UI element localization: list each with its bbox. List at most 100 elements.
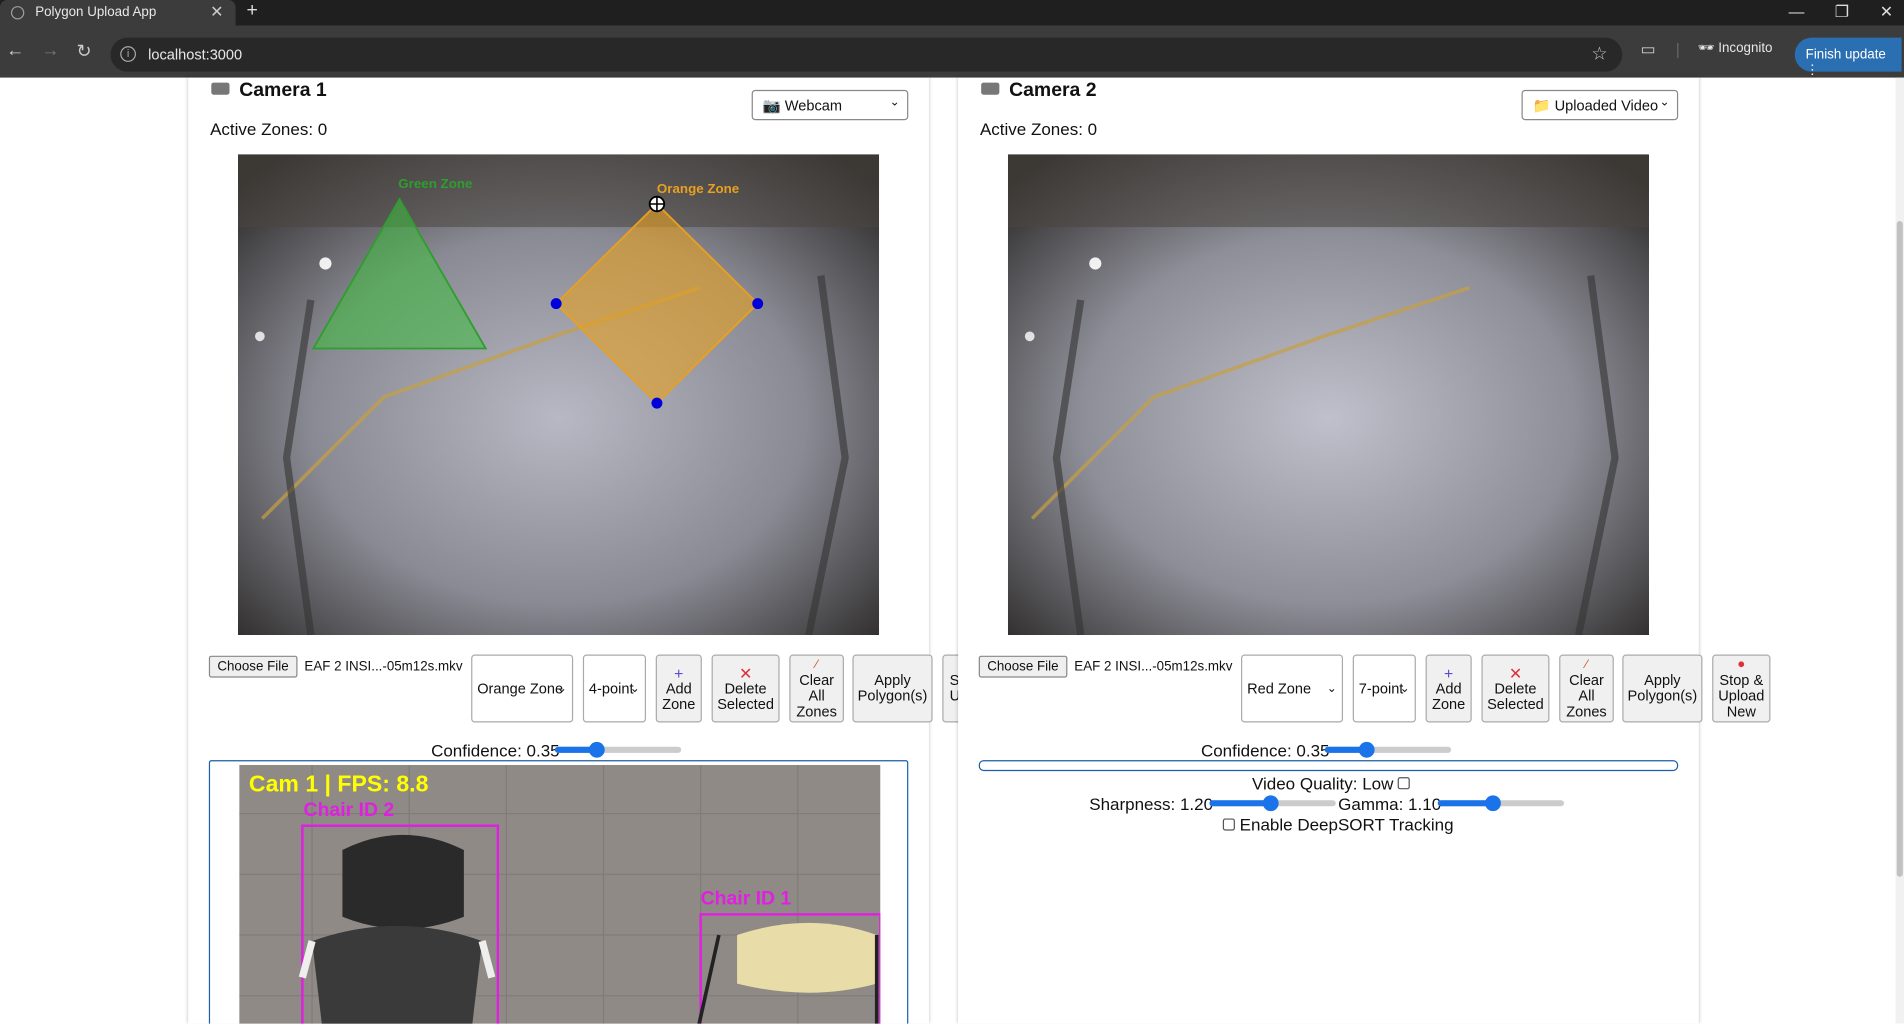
stop-upload-new-button[interactable]: ● Stop & Upload New <box>1712 654 1771 723</box>
camera-2-source-select[interactable]: 📁 Uploaded Video ⌄ <box>1521 89 1679 121</box>
camera-1-file-input[interactable]: Choose File EAF 2 INSI...-05m12s.mkv <box>208 655 463 678</box>
camera-2-source-value: 📁 Uploaded Video <box>1532 97 1659 115</box>
zone-select-value: Orange Zone <box>477 679 564 697</box>
chevron-down-icon: ⌄ <box>556 682 568 696</box>
slider-knob[interactable] <box>1358 741 1375 758</box>
apply-polygons-button[interactable]: Apply Polygon(s) <box>1622 654 1703 723</box>
zone-select[interactable]: Orange Zone ⌄ <box>471 654 574 723</box>
clear-label: Zones <box>1566 703 1607 721</box>
add-zone-button[interactable]: + Add Zone <box>1425 654 1472 723</box>
detection-label: Chair ID 1 <box>701 888 792 910</box>
clear-all-zones-button[interactable]: ⁄ Clear All Zones <box>1559 654 1614 723</box>
delete-selected-button[interactable]: ✕ Delete Selected <box>711 654 780 723</box>
camera-2-file-input[interactable]: Choose File EAF 2 INSI...-05m12s.mkv <box>978 655 1232 678</box>
site-info-icon[interactable]: i <box>120 46 137 62</box>
x-icon: ✕ <box>1508 663 1523 682</box>
minimize-icon[interactable]: — <box>1789 2 1805 20</box>
address-bar[interactable]: i localhost:3000 ☆ <box>110 37 1623 72</box>
stop-label: New <box>1726 703 1756 721</box>
camera-1-confidence-label: Confidence: 0.35 <box>431 740 560 761</box>
clear-label: All <box>1578 687 1595 705</box>
incognito-icon: 🕶 <box>1697 41 1719 56</box>
page-scrollbar[interactable] <box>1895 77 1904 1024</box>
point-count-select[interactable]: 4-point ⌄ <box>582 654 647 723</box>
incognito-label: Incognito <box>1718 41 1773 56</box>
zone-select[interactable]: Red Zone ⌄ <box>1241 654 1344 723</box>
point-select-value: 7-point <box>1358 679 1404 697</box>
tab-title: Polygon Upload App <box>35 4 157 20</box>
camera-1-source-select[interactable]: 📷 Webcam ⌄ <box>751 89 909 121</box>
video-quality-label: Video Quality: Low <box>1251 773 1394 793</box>
apply-label: Polygon(s) <box>857 687 928 705</box>
gamma-slider[interactable] <box>1437 795 1565 812</box>
vertex-handle[interactable] <box>651 397 663 409</box>
add-zone-button[interactable]: + Add Zone <box>655 654 702 723</box>
light-2 <box>255 331 265 342</box>
choose-file-button[interactable]: Choose File <box>208 655 298 678</box>
point-select-value: 4-point <box>588 679 634 697</box>
detection-preview-canvas: Cam 1 | FPS: 8.8 Chair ID 2 Chair ID 1 <box>239 765 881 1024</box>
back-icon[interactable]: ← <box>6 40 24 61</box>
file-name: EAF 2 INSI...-05m12s.mkv <box>304 659 463 674</box>
finish-update-label: Finish update <box>1805 47 1886 62</box>
factory-wall <box>1007 154 1650 228</box>
slider-knob[interactable] <box>1485 795 1501 812</box>
globe-icon <box>10 6 25 20</box>
menu-dots-icon[interactable]: ⋮ <box>1806 63 1819 78</box>
slider-knob[interactable] <box>588 741 605 758</box>
camera-1-source-value: 📷 Webcam <box>762 97 843 115</box>
video-quality-toggle[interactable]: Video Quality: Low <box>1251 773 1411 793</box>
add-label: Add <box>1435 679 1462 697</box>
point-count-select[interactable]: 7-point ⌄ <box>1352 654 1416 723</box>
slider-fill <box>1209 800 1271 807</box>
apply-label: Apply <box>874 671 911 689</box>
chevron-down-icon: ⌄ <box>889 95 900 110</box>
browser-tab[interactable]: Polygon Upload App ✕ <box>0 0 236 26</box>
toolbar-divider: | <box>1675 40 1680 59</box>
video-quality-checkbox[interactable] <box>1398 777 1411 790</box>
fps-overlay: Cam 1 | FPS: 8.8 <box>249 771 429 797</box>
vertex-handle[interactable] <box>752 298 764 310</box>
chevron-down-icon: ⌄ <box>1326 682 1337 696</box>
deepsort-toggle[interactable]: Enable DeepSORT Tracking <box>1222 815 1454 834</box>
camera-1-video[interactable]: Green Zone Orange Zone <box>238 154 880 636</box>
add-label: Zone <box>662 695 696 713</box>
reload-icon[interactable]: ↻ <box>77 40 92 62</box>
plus-icon: + <box>1444 663 1454 682</box>
close-window-icon[interactable]: ✕ <box>1880 2 1893 21</box>
finish-update-button[interactable]: Finish update ⋮ <box>1794 37 1902 78</box>
scrollbar-thumb[interactable] <box>1896 221 1903 877</box>
camera-2-video[interactable] <box>1007 154 1650 636</box>
camera-1-video-canvas[interactable]: Green Zone Orange Zone <box>238 154 880 636</box>
detection-label: Chair ID 2 <box>304 799 395 821</box>
bookmark-star-icon[interactable]: ☆ <box>1591 43 1607 65</box>
apply-polygons-button[interactable]: Apply Polygon(s) <box>852 654 933 723</box>
clear-label: All <box>808 687 825 705</box>
slider-knob[interactable] <box>1262 795 1279 812</box>
green-zone-label: Green Zone <box>398 176 472 191</box>
record-dot-icon: ● <box>1737 656 1746 672</box>
camera-icon <box>981 82 1000 95</box>
camera-2-title: Camera 2 <box>981 80 1097 102</box>
clear-all-zones-button[interactable]: ⁄ Clear All Zones <box>789 654 844 723</box>
incognito-indicator[interactable]: 🕶 Incognito <box>1698 40 1773 56</box>
cast-icon[interactable]: ▭ <box>1641 40 1656 59</box>
delete-label: Selected <box>1487 695 1544 713</box>
new-tab-button[interactable]: + <box>247 0 258 22</box>
vertex-handle[interactable] <box>550 298 562 310</box>
chevron-down-icon: ⌄ <box>1399 682 1410 696</box>
url-text[interactable]: localhost:3000 <box>148 46 242 63</box>
sharpness-slider[interactable] <box>1209 795 1336 812</box>
forward-icon[interactable]: → <box>41 40 59 61</box>
choose-file-button[interactable]: Choose File <box>978 655 1068 678</box>
camera-1-active-zones: Active Zones: 0 <box>210 119 328 139</box>
delete-selected-button[interactable]: ✕ Delete Selected <box>1481 654 1550 723</box>
restore-icon[interactable]: ❐ <box>1835 2 1849 21</box>
light-1 <box>319 257 332 270</box>
deepsort-checkbox[interactable] <box>1222 818 1235 831</box>
close-tab-icon[interactable]: ✕ <box>210 2 223 21</box>
camera-2-video-canvas[interactable] <box>1007 154 1650 636</box>
plus-icon: + <box>674 663 684 682</box>
camera-1-confidence-slider[interactable] <box>554 741 682 758</box>
camera-2-confidence-slider[interactable] <box>1324 741 1452 758</box>
